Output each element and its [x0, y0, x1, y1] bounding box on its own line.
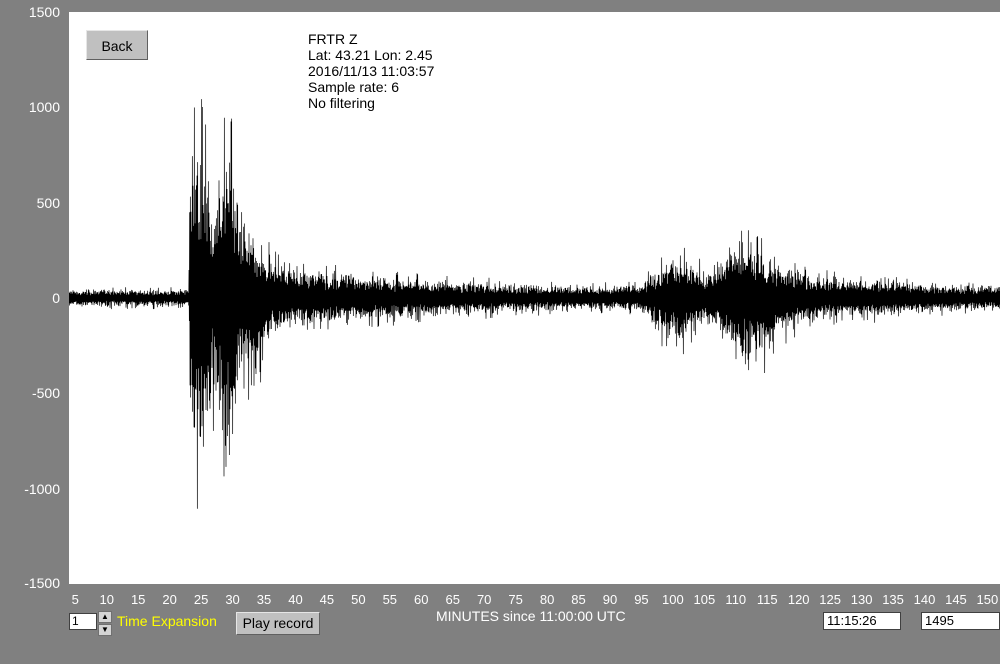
x-tick-label: 50 [351, 592, 366, 607]
x-tick-label: 75 [508, 592, 523, 607]
x-tick-label: 70 [476, 592, 492, 607]
x-tick-label: 110 [725, 592, 747, 607]
y-tick-label: 500 [36, 194, 60, 211]
time-readout-field[interactable]: 11:15:26 [823, 612, 901, 630]
time-expansion-input[interactable]: 1 [69, 613, 97, 630]
spin-up-arrow-icon[interactable]: ▲ [98, 611, 112, 623]
x-tick-label: 125 [819, 592, 841, 607]
station-location: Lat: 43.21 Lon: 2.45 [308, 47, 433, 63]
x-tick-label: 105 [693, 592, 716, 607]
seismogram-plot [69, 12, 1000, 584]
x-tick-label: 145 [945, 592, 967, 607]
x-tick-label: 95 [634, 592, 649, 607]
y-tick-label: -500 [31, 385, 60, 402]
spin-down-arrow-icon[interactable]: ▼ [98, 624, 112, 636]
x-tick-label: 150 [976, 592, 999, 607]
x-tick-label: 5 [71, 592, 79, 607]
waveform-trace-svg [69, 99, 1000, 509]
y-tick-label: 1500 [28, 4, 60, 20]
x-tick-label: 135 [882, 592, 904, 607]
count-readout-field[interactable]: 1495 [921, 612, 1000, 630]
station-info-panel: FRTR Z Lat: 43.21 Lon: 2.45 2016/11/13 1… [308, 31, 434, 111]
x-tick-label: 25 [193, 592, 209, 607]
x-tick-label: 35 [256, 592, 272, 607]
x-tick-label: 40 [288, 592, 303, 607]
waveform-trace [69, 99, 1000, 509]
y-tick-label: -1500 [24, 575, 60, 591]
record-datetime: 2016/11/13 11:03:57 [308, 63, 435, 79]
x-tick-label: 120 [787, 592, 810, 607]
y-tick-label: -1000 [24, 480, 60, 497]
filter-status: No filtering [308, 95, 375, 111]
x-tick-label: 20 [162, 592, 177, 607]
x-tick-label: 15 [130, 592, 146, 607]
y-tick-label: 0 [52, 290, 60, 306]
x-tick-label: 45 [319, 592, 335, 607]
back-button[interactable]: Back [86, 30, 148, 60]
x-tick-label: 65 [445, 592, 460, 607]
x-tick-label: 55 [382, 592, 398, 607]
time-expansion-label: Time Expansion [117, 613, 217, 629]
station-name: FRTR Z [308, 31, 358, 47]
x-tick-label: 30 [225, 592, 240, 607]
x-tick-label: 10 [99, 592, 114, 607]
y-tick-label: 1000 [28, 99, 60, 116]
sample-rate: Sample rate: 6 [308, 79, 400, 95]
x-tick-label: 115 [756, 592, 778, 607]
play-record-button[interactable]: Play record [236, 612, 320, 635]
x-axis-label: MINUTES since 11:00:00 UTC [436, 608, 626, 624]
x-tick-label: 100 [662, 592, 684, 607]
x-tick-label: 90 [602, 592, 618, 607]
x-tick-label: 130 [850, 592, 873, 607]
x-tick-label: 60 [414, 592, 429, 607]
x-tick-label: 85 [571, 592, 586, 607]
x-tick-label: 80 [539, 592, 555, 607]
x-tick-label: 140 [913, 592, 936, 607]
